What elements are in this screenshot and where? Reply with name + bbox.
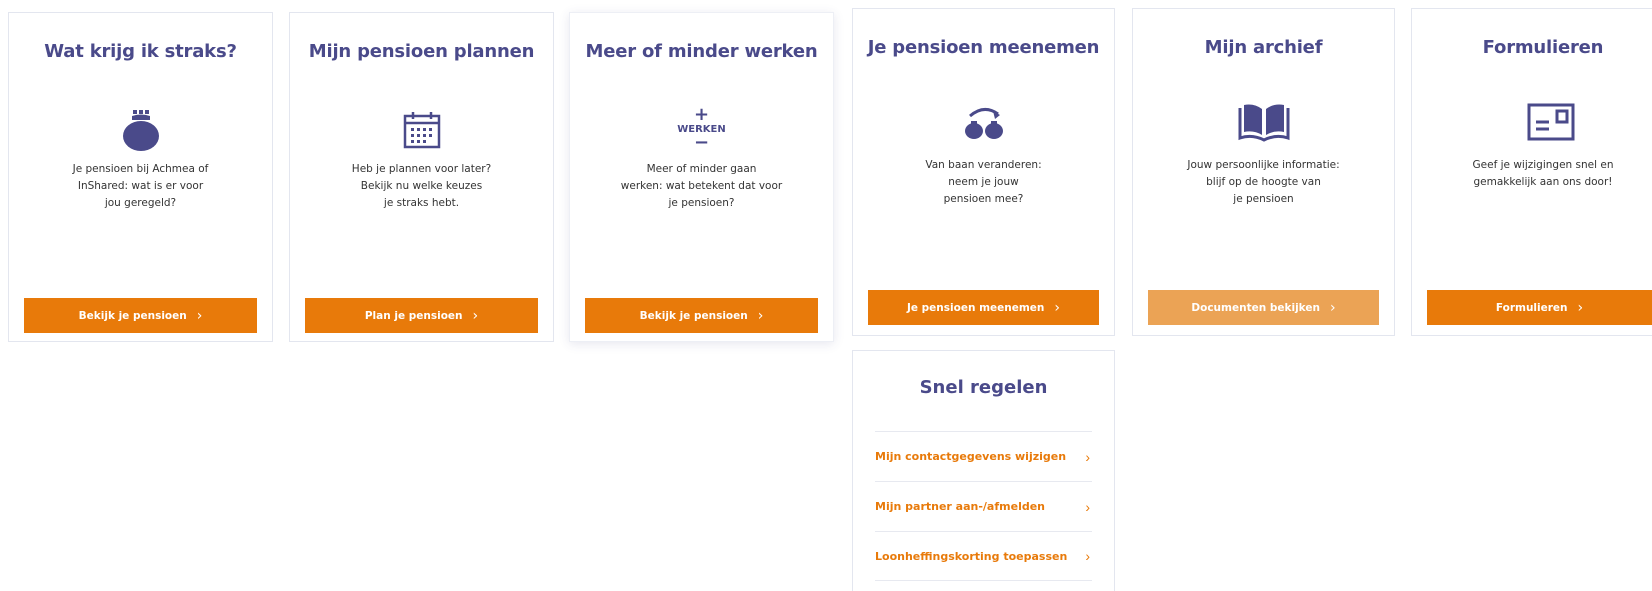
card-title: Wat krijg ik straks? [44, 41, 237, 62]
piggy-purse-icon [116, 105, 166, 155]
card-title: Formulieren [1482, 37, 1604, 58]
chevron-right-icon: › [1577, 299, 1584, 316]
snel-regelen-panel: Snel regelen Mijn contactgegevens wijzig… [852, 350, 1115, 591]
transfer-icon [959, 97, 1009, 147]
card-formulieren: Formulieren Geef je wijzigingen snel en … [1411, 8, 1652, 336]
card-title: Mijn pensioen plannen [308, 41, 535, 62]
snel-regelen-item-loonheffingskorting[interactable]: Loonheffingskorting toepassen › [875, 531, 1092, 581]
envelope-form-icon [1525, 97, 1577, 147]
chevron-right-icon: › [1085, 548, 1090, 564]
open-book-icon [1234, 97, 1294, 147]
card-description: Geef je wijzigingen snel en gemakkelijk … [1472, 159, 1614, 188]
list-item-label: Loonheffingskorting toepassen [875, 549, 1068, 563]
chevron-right-icon: › [1085, 498, 1090, 515]
button-label: Bekijk je pensioen [78, 309, 187, 322]
card-meer-of-minder-werken: Meer of minder werken + WERKEN − Meer of… [569, 12, 834, 342]
card-description: Je pensioen bij Achmea of InShared: wat … [72, 163, 209, 209]
documenten-bekijken-button[interactable]: Documenten bekijken › [1148, 290, 1379, 325]
card-title: Je pensioen meenemen [867, 37, 1100, 58]
calendar-icon [397, 105, 447, 155]
card-title: Meer of minder werken [585, 41, 818, 62]
plan-je-pensioen-button[interactable]: Plan je pensioen › [305, 298, 538, 333]
bekijk-je-pensioen-button[interactable]: Bekijk je pensioen › [24, 298, 257, 333]
button-label: Plan je pensioen [364, 309, 463, 322]
snel-regelen-title: Snel regelen [919, 377, 1048, 398]
snel-regelen-item-partner[interactable]: Mijn partner aan-/afmelden › [875, 481, 1092, 531]
list-item-label: Mijn contactgegevens wijzigen [875, 450, 1067, 463]
chevron-right-icon: › [196, 307, 203, 324]
button-label: Formulieren [1495, 301, 1568, 314]
button-label: Documenten bekijken [1191, 301, 1320, 314]
snel-regelen-item-contactgegevens[interactable]: Mijn contactgegevens wijzigen › [875, 431, 1092, 481]
chevron-right-icon: › [1329, 299, 1336, 316]
card-je-pensioen-meenemen: Je pensioen meenemen Van baan veranderen… [852, 8, 1115, 336]
chevron-right-icon: › [757, 307, 764, 324]
card-description: Jouw persoonlijke informatie: blijf op d… [1187, 159, 1340, 205]
plus-minus-werken-icon: + WERKEN − [677, 103, 726, 153]
card-description: Heb je plannen voor later? Bekijk nu wel… [351, 163, 492, 209]
card-title: Mijn archief [1204, 37, 1323, 58]
bekijk-je-pensioen-button[interactable]: Bekijk je pensioen › [585, 298, 818, 333]
card-wat-krijg-ik-straks: Wat krijg ik straks? Je pensioen bij Ach… [8, 12, 273, 342]
card-mijn-archief: Mijn archief Jouw persoonlijke informati… [1132, 8, 1395, 336]
snel-regelen-list: Mijn contactgegevens wijzigen › Mijn par… [875, 431, 1092, 581]
chevron-right-icon: › [1054, 299, 1061, 316]
formulieren-button[interactable]: Formulieren › [1427, 290, 1652, 325]
card-mijn-pensioen-plannen: Mijn pensioen plannen Heb je plannen voo… [289, 12, 554, 342]
card-description: Meer of minder gaan werken: wat betekent… [620, 163, 783, 209]
button-label: Bekijk je pensioen [639, 309, 748, 322]
chevron-right-icon: › [472, 307, 479, 324]
chevron-right-icon: › [1085, 448, 1090, 465]
button-label: Je pensioen meenemen [906, 301, 1045, 314]
card-description: Van baan veranderen: neem je jouw pensio… [925, 159, 1042, 205]
je-pensioen-meenemen-button[interactable]: Je pensioen meenemen › [868, 290, 1099, 325]
list-item-label: Mijn partner aan-/afmelden [875, 500, 1046, 513]
